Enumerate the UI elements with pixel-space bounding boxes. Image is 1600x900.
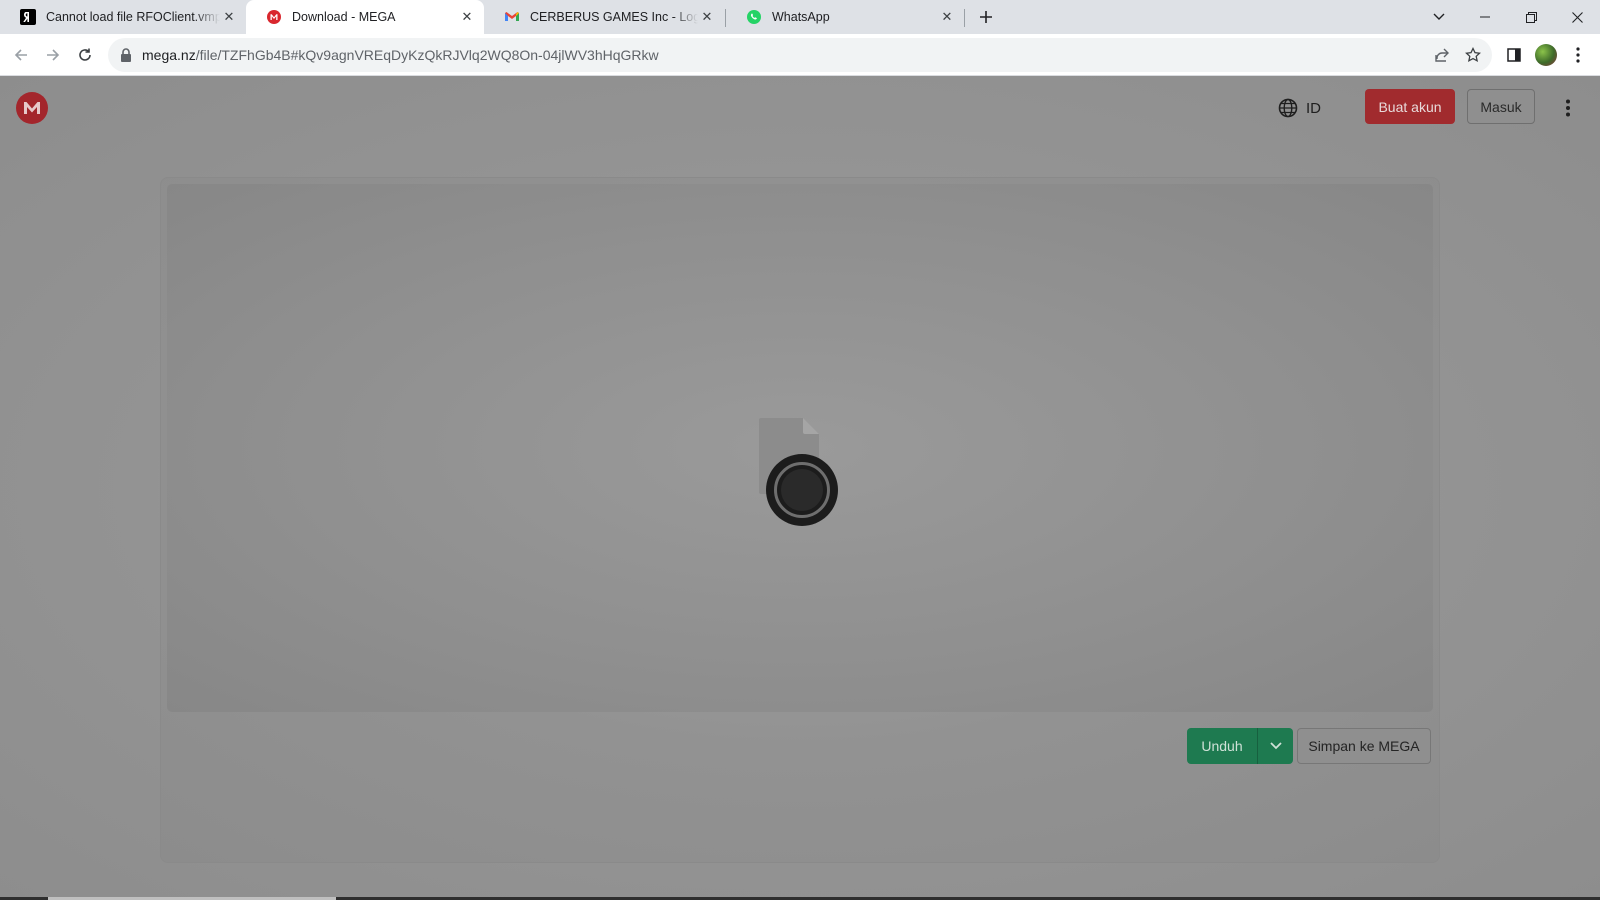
tab-whatsapp[interactable]: WhatsApp ✕ <box>726 0 964 34</box>
tab-gmail[interactable]: CERBERUS GAMES Inc - Login ve ✕ <box>484 0 724 34</box>
download-button[interactable]: Unduh <box>1187 728 1257 764</box>
tab-title: CERBERUS GAMES Inc - Login ve <box>530 10 698 24</box>
download-button-group: Unduh <box>1187 728 1293 764</box>
address-bar[interactable]: mega.nz/file/TZFhGb4B#kQv9agnVREqDyKzQkR… <box>108 38 1492 72</box>
share-icon[interactable] <box>1430 43 1454 67</box>
browser-toolbar: mega.nz/file/TZFhGb4B#kQv9agnVREqDyKzQkR… <box>0 34 1600 76</box>
whatsapp-icon <box>746 9 762 25</box>
arrow-right-icon <box>47 49 60 61</box>
more-menu-icon[interactable] <box>1556 96 1580 120</box>
tab-yandex[interactable]: Cannot load file RFOClient.vmp. ✕ <box>0 0 246 34</box>
tab-title: Cannot load file RFOClient.vmp. <box>46 10 220 24</box>
forward-button[interactable] <box>39 41 67 69</box>
loading-spinner-icon <box>766 454 838 526</box>
mega-m-icon <box>24 102 40 114</box>
save-to-mega-button[interactable]: Simpan ke MEGA <box>1297 728 1431 764</box>
restore-icon <box>1525 11 1537 23</box>
tab-mega[interactable]: Download - MEGA ✕ <box>246 0 484 34</box>
plus-icon <box>980 11 992 23</box>
file-viewer: Unduh Simpan ke MEGA <box>160 177 1440 863</box>
minimize-button[interactable] <box>1462 0 1508 34</box>
url-path: /file/TZFhGb4B#kQv9agnVREqDyKzQkRJVlq2WQ… <box>195 47 659 63</box>
tab-close-icon[interactable]: ✕ <box>220 8 238 26</box>
tab-close-icon[interactable]: ✕ <box>698 8 716 26</box>
tab-title: Download - MEGA <box>292 10 396 24</box>
url-text: mega.nz/file/TZFhGb4B#kQv9agnVREqDyKzQkR… <box>142 47 659 63</box>
close-icon <box>1571 11 1583 23</box>
language-code: ID <box>1306 99 1321 117</box>
profile-avatar[interactable] <box>1532 41 1560 69</box>
mega-icon <box>266 9 282 25</box>
minimize-icon <box>1480 16 1490 18</box>
login-button[interactable]: Masuk <box>1467 89 1535 124</box>
restore-button[interactable] <box>1508 0 1554 34</box>
close-window-button[interactable] <box>1554 0 1600 34</box>
reload-icon <box>79 48 91 61</box>
chevron-down-icon <box>1433 13 1445 20</box>
reload-button[interactable] <box>71 41 99 69</box>
lock-icon[interactable] <box>120 48 132 62</box>
tab-title: WhatsApp <box>772 10 830 24</box>
gmail-icon <box>504 9 520 25</box>
back-button[interactable] <box>7 41 35 69</box>
tab-strip: Cannot load file RFOClient.vmp. ✕ Downlo… <box>0 0 1600 34</box>
yandex-y-icon <box>20 9 36 25</box>
mega-download-page: ID Buat akun Masuk Unduh Simpan ke MEGA <box>0 76 1600 900</box>
arrow-left-icon <box>14 49 27 61</box>
create-account-button[interactable]: Buat akun <box>1365 89 1455 124</box>
file-actions: Unduh Simpan ke MEGA <box>1187 728 1431 764</box>
file-preview-area <box>167 184 1433 712</box>
chevron-down-icon <box>1269 742 1282 750</box>
tab-separator <box>964 9 965 27</box>
language-selector[interactable]: ID <box>1278 96 1321 120</box>
tab-close-icon[interactable]: ✕ <box>458 8 476 26</box>
tab-search-button[interactable] <box>1416 0 1462 34</box>
side-panel-icon[interactable] <box>1500 41 1528 69</box>
new-tab-button[interactable] <box>974 5 998 29</box>
tab-close-icon[interactable]: ✕ <box>938 8 956 26</box>
browser-menu-icon[interactable] <box>1564 41 1592 69</box>
download-options-button[interactable] <box>1257 728 1293 764</box>
url-domain: mega.nz <box>142 47 196 63</box>
mega-logo[interactable] <box>16 92 48 124</box>
globe-icon <box>1278 98 1298 118</box>
avatar <box>1535 44 1557 66</box>
bookmark-star-icon[interactable] <box>1461 43 1485 67</box>
